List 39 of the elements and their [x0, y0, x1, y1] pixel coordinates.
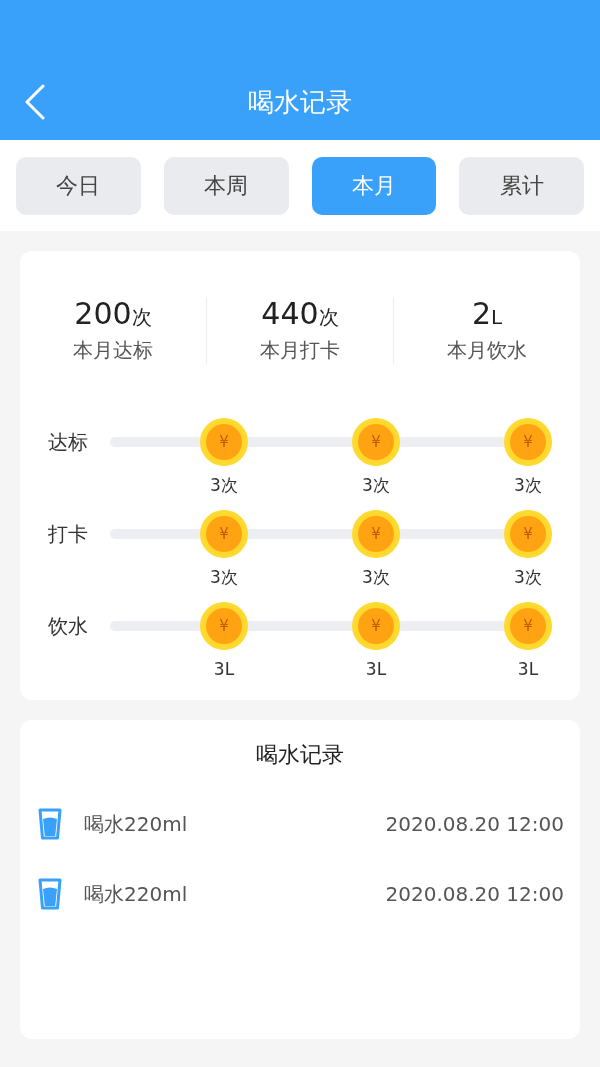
coin-caption: 3次 — [514, 474, 542, 496]
period-tab[interactable]: 累计 — [459, 157, 584, 215]
coin-icon: ¥ — [200, 510, 248, 558]
reward-row-label: 达标 — [48, 429, 89, 456]
coin-icon: ¥ — [352, 418, 400, 466]
coin-caption: 3次 — [210, 474, 238, 496]
stat-label: 本月饮水 — [447, 337, 527, 364]
record-text: 喝水220ml — [84, 880, 189, 908]
coin-caption: 3次 — [362, 474, 390, 496]
coin-icon: ¥ — [352, 510, 400, 558]
water-glass-icon — [38, 808, 62, 840]
coin-caption: 3次 — [210, 566, 238, 588]
coin-icon: ¥ — [504, 602, 552, 650]
coin-icon: ¥ — [352, 602, 400, 650]
coin-caption: 3L — [517, 658, 539, 680]
records-title: 喝水记录 — [255, 741, 345, 769]
record-text: 喝水220ml — [84, 810, 189, 838]
coin-icon: ¥ — [200, 418, 248, 466]
reward-row-label: 打卡 — [48, 521, 89, 548]
record-time: 2020.08.20 12:00 — [385, 812, 564, 836]
stat-value: 440次 — [261, 297, 339, 333]
coin-caption: 3L — [213, 658, 235, 680]
coin-icon: ¥ — [504, 418, 552, 466]
stat-value: 2 L — [471, 297, 503, 333]
water-glass-icon — [38, 878, 62, 910]
coin-icon: ¥ — [200, 602, 248, 650]
reward-row-label: 饮水 — [48, 613, 89, 640]
period-tab[interactable]: 本周 — [163, 157, 289, 215]
page-title: 喝水记录 — [248, 86, 352, 119]
coin-icon: ¥ — [504, 510, 552, 558]
period-tab[interactable]: 今日 — [16, 157, 141, 215]
coin-caption: 3次 — [514, 566, 542, 588]
coin-caption: 3L — [365, 658, 387, 680]
record-time: 2020.08.20 12:00 — [385, 882, 564, 906]
coin-caption: 3次 — [362, 566, 390, 588]
stat-label: 本月达标 — [73, 337, 153, 364]
back-icon[interactable] — [24, 84, 46, 120]
stat-value: 200次 — [74, 297, 152, 333]
stat-label: 本月打卡 — [260, 337, 340, 364]
